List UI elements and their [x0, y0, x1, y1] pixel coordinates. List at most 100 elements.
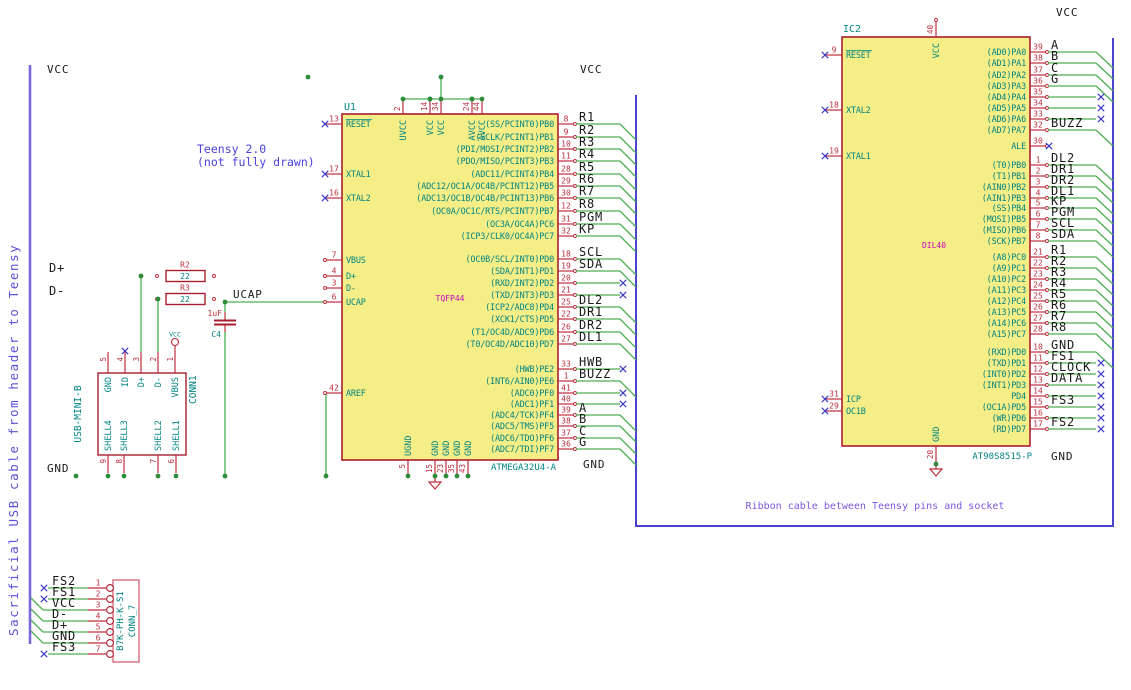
pin-name-avcc: AVCC: [468, 120, 478, 140]
conn1-value[interactable]: USB-MINI-B: [73, 385, 84, 442]
pin-name-vbus: VBUS: [346, 256, 366, 266]
net-label-fs2[interactable]: FS2: [1051, 415, 1075, 429]
net-label-kp[interactable]: KP: [579, 222, 595, 236]
usb-cable-note: Sacrificial USB cable from header to Tee…: [6, 243, 21, 636]
net-label-g[interactable]: G: [579, 435, 587, 449]
pin-name-shell3: SHELL3: [120, 420, 130, 451]
pin-number: 8: [1036, 232, 1041, 241]
wire: [619, 123, 637, 141]
pin-number: 38: [1033, 54, 1043, 63]
c4-value[interactable]: 1uF: [208, 309, 223, 318]
pin-name-(ad7)pa7: (AD7)PA7: [987, 126, 1026, 136]
u1-package: TQFP44: [436, 294, 465, 303]
pin-name-(int0)pd2: (INT0)PD2: [982, 370, 1026, 380]
pin-number: 23: [436, 464, 445, 473]
pin-number: 16: [1033, 409, 1043, 418]
pin-name-(icp3/clk0/oc4a)pc7: (ICP3/CLK0/OC4A)PC7: [461, 232, 555, 242]
pin-number: 6: [96, 634, 101, 643]
net-label-dl1[interactable]: DL1: [579, 330, 603, 344]
pin-name-gnd: GND: [104, 377, 114, 392]
pin-name-(a9)pc1: (A9)PC1: [992, 264, 1027, 274]
junction-dot: [105, 473, 111, 479]
c4-ref[interactable]: C4: [211, 330, 221, 339]
r2-value[interactable]: 22: [180, 272, 190, 281]
junction-dot: [121, 473, 127, 479]
pin-name-reset: RESET: [346, 120, 371, 130]
pin-name-(a8)pc0: (A8)PC0: [992, 253, 1027, 263]
vcc-label-right[interactable]: VCC: [580, 63, 602, 76]
pin-number: 33: [561, 360, 571, 369]
net-label-fs3[interactable]: FS3: [52, 640, 76, 654]
pin-name-d+: D+: [137, 377, 147, 387]
net-label-buzz[interactable]: BUZZ: [579, 367, 611, 381]
junction-dot: [222, 299, 228, 305]
junction-dot: [155, 296, 161, 302]
pin-number: 18: [561, 250, 571, 259]
gnd-label-ic2[interactable]: GND: [1051, 450, 1073, 463]
pin-number: 12: [561, 202, 571, 211]
junction-dot: [73, 473, 79, 479]
net-label-dr1[interactable]: DR1: [579, 305, 603, 319]
junction-dot: [438, 96, 444, 102]
pin-number: 34: [1033, 99, 1043, 108]
net-label-r8[interactable]: R8: [1051, 320, 1067, 334]
net-label-sda[interactable]: SDA: [579, 257, 603, 271]
net-label-d+[interactable]: D+: [49, 261, 65, 275]
pin-number: 13: [1033, 376, 1043, 385]
pin-name-ale: ALE: [1011, 142, 1026, 152]
pin-name-xtal2: XTAL2: [846, 106, 871, 116]
conn7-value[interactable]: B7K-PH-K-S1: [116, 591, 126, 651]
pin-name-(adc7/tdi)pf7: (ADC7/TDI)PF7: [490, 445, 554, 455]
conn1-ref[interactable]: CONN1: [188, 375, 199, 404]
r3-ref[interactable]: R3: [180, 284, 190, 293]
pin-name-(a10)pc2: (A10)PC2: [987, 275, 1026, 285]
schematic-drawing: U1 ATMEGA32U4-A TQFP44 IC2 AT90S8515-P DIL40 1…: [28, 6, 1114, 663]
wire: [936, 20, 1113, 38]
pin-number: 8: [564, 115, 569, 124]
pin-number: 14: [420, 101, 429, 111]
ic2-value[interactable]: AT90S8515-P: [972, 452, 1032, 462]
pin-number: 20: [561, 274, 571, 283]
u1-ref[interactable]: U1: [344, 102, 356, 113]
pin-name-vbus: VBUS: [171, 377, 181, 397]
junction-dot: [432, 473, 438, 479]
r3-value[interactable]: 22: [180, 295, 190, 304]
vcc-label-ic2[interactable]: VCC: [1056, 6, 1078, 19]
junction-dot: [933, 461, 939, 467]
pin-number: 23: [1033, 270, 1043, 279]
pin-name-uvcc: UVCC: [399, 120, 409, 140]
pin-name-pd4: PD4: [1011, 392, 1026, 402]
pin-name-shell2: SHELL2: [154, 420, 164, 451]
ic2-ref[interactable]: IC2: [843, 24, 861, 35]
pin-number: 14: [1033, 387, 1043, 396]
pin-name-(int1)pd3: (INT1)PD3: [982, 381, 1026, 391]
pin-name-avcc: AVCC: [478, 120, 488, 140]
pin-number: 5: [96, 623, 101, 632]
net-label-buzz[interactable]: BUZZ: [1051, 116, 1083, 130]
pin-number: 27: [1033, 314, 1043, 323]
net-label-r7[interactable]: R7: [579, 184, 595, 198]
vcc-label-left[interactable]: VCC: [47, 63, 69, 76]
pin-name-xtal1: XTAL1: [346, 170, 371, 180]
gnd-label-right[interactable]: GND: [583, 458, 605, 471]
pin-name-(rd)pd7: (RD)PD7: [992, 425, 1027, 435]
net-label-r8[interactable]: R8: [579, 197, 595, 211]
pin-number: 7: [1036, 221, 1041, 230]
pin-number: 2: [1036, 167, 1041, 176]
net-label-d-[interactable]: D-: [49, 284, 65, 298]
r2-ref[interactable]: R2: [180, 261, 190, 270]
pin-name-gnd: GND: [453, 441, 463, 456]
conn7-ref[interactable]: CONN_7: [128, 605, 138, 638]
teensy-note-line2: (not fully drawn): [197, 155, 315, 169]
pin-number: 29: [561, 177, 571, 186]
junction-dot: [438, 74, 444, 80]
net-label-sda[interactable]: SDA: [1051, 227, 1075, 241]
net-label-data[interactable]: DATA: [1051, 371, 1083, 385]
net-label-r4[interactable]: R4: [579, 147, 595, 161]
net-label-g[interactable]: G: [1051, 72, 1059, 86]
u1-value[interactable]: ATMEGA32U4-A: [491, 463, 557, 473]
net-label-fs3[interactable]: FS3: [1051, 393, 1075, 407]
gnd-label-left[interactable]: GND: [47, 462, 69, 475]
net-label-r1[interactable]: R1: [579, 110, 595, 124]
net-label-ucap[interactable]: UCAP: [233, 288, 263, 301]
